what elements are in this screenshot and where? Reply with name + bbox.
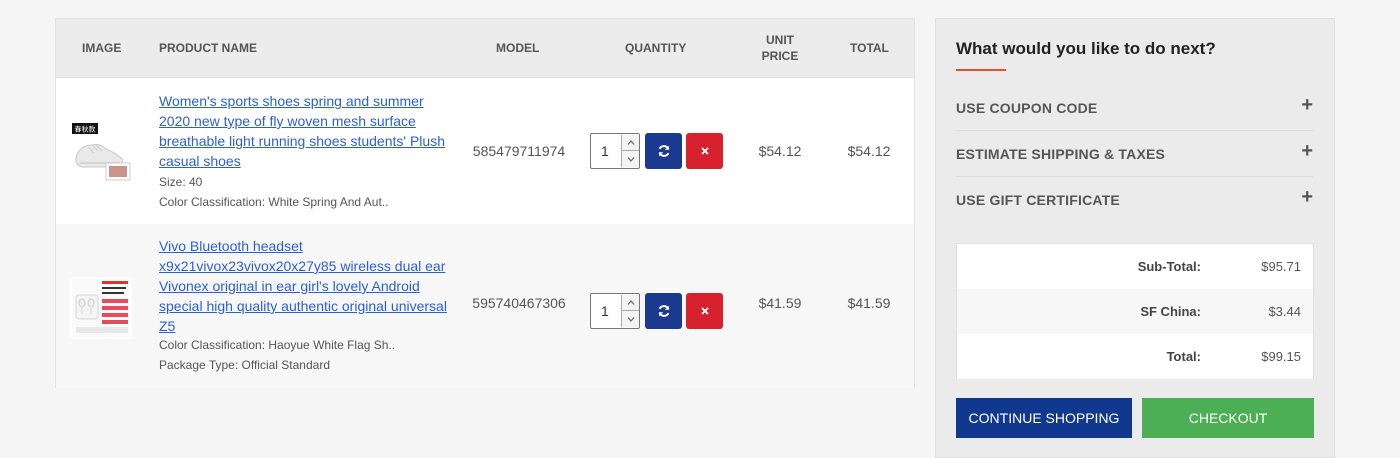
product-model: 585479711974 — [472, 143, 566, 159]
product-option-size: Size: 40 — [159, 175, 203, 189]
table-row: Vivo Bluetooth headset x9x21vivox23vivox… — [56, 224, 914, 388]
line-total: $41.59 — [847, 295, 891, 311]
accordion-coupon-code[interactable]: USE COUPON CODE + — [956, 85, 1313, 131]
product-option-color: Color Classification: White Spring And A… — [159, 195, 389, 209]
product-name-link[interactable]: Vivo Bluetooth headset x9x21vivox23vivox… — [159, 236, 454, 336]
header-unit-price: UNIT PRICE — [761, 33, 799, 63]
product-image-shoes[interactable]: 春秋款 — [70, 123, 132, 185]
title-underline — [956, 69, 1006, 71]
header-product-name: PRODUCT NAME — [159, 41, 257, 55]
close-icon — [700, 307, 709, 315]
quantity-input[interactable]: 1 — [601, 303, 609, 319]
order-totals: Sub-Total: $95.71 SF China: $3.44 Total:… — [956, 243, 1314, 379]
refresh-icon — [658, 305, 669, 317]
chevron-down-icon[interactable] — [621, 311, 639, 327]
product-image-earbuds[interactable] — [70, 277, 132, 339]
totals-label: Sub-Total: — [1137, 259, 1201, 274]
chevron-down-icon[interactable] — [621, 151, 639, 167]
update-quantity-button[interactable] — [645, 293, 682, 329]
header-model: MODEL — [496, 41, 540, 55]
accordion-label: USE GIFT CERTIFICATE — [956, 192, 1120, 208]
line-total: $54.12 — [847, 143, 891, 159]
image-badge: 春秋款 — [75, 125, 96, 134]
quantity-stepper[interactable]: 1 — [590, 293, 640, 329]
continue-shopping-button[interactable]: CONTINUE SHOPPING — [956, 398, 1132, 438]
unit-price: $41.59 — [758, 295, 802, 311]
totals-row-total: Total: $99.15 — [957, 334, 1313, 379]
totals-value: $95.71 — [1261, 259, 1301, 274]
totals-row-shipping: SF China: $3.44 — [957, 289, 1313, 334]
unit-price: $54.12 — [758, 143, 802, 159]
totals-value: $3.44 — [1268, 304, 1301, 319]
table-row: 春秋款 Women's sports shoes spring and summ… — [56, 79, 914, 224]
quantity-input[interactable]: 1 — [601, 143, 609, 159]
totals-value: $99.15 — [1261, 349, 1301, 364]
accordion-estimate-shipping[interactable]: ESTIMATE SHIPPING & TAXES + — [956, 131, 1313, 177]
totals-row-subtotal: Sub-Total: $95.71 — [957, 244, 1313, 289]
chevron-up-icon[interactable] — [621, 295, 639, 311]
quantity-stepper[interactable]: 1 — [590, 133, 640, 169]
plus-icon[interactable]: + — [1301, 95, 1313, 115]
checkout-button[interactable]: CHECKOUT — [1142, 398, 1314, 438]
product-model: 595740467306 — [472, 295, 566, 311]
totals-label: Total: — [1166, 349, 1201, 364]
header-image: IMAGE — [82, 41, 122, 55]
accordion-label: ESTIMATE SHIPPING & TAXES — [956, 146, 1166, 162]
chevron-up-icon[interactable] — [621, 135, 639, 151]
sidebar-title: What would you like to do next? — [956, 39, 1216, 58]
remove-item-button[interactable] — [686, 293, 723, 329]
plus-icon[interactable]: + — [1301, 141, 1313, 161]
table-header: IMAGE PRODUCT NAME MODEL QUANTITY UNIT P… — [56, 19, 914, 78]
header-total: TOTAL — [850, 41, 889, 55]
totals-label: SF China: — [1140, 304, 1201, 319]
product-option-color: Color Classification: Haoyue White Flag … — [159, 338, 396, 352]
cart-table: IMAGE PRODUCT NAME MODEL QUANTITY UNIT P… — [55, 18, 915, 388]
header-quantity: QUANTITY — [625, 41, 687, 55]
close-icon — [700, 147, 709, 155]
accordion-gift-certificate[interactable]: USE GIFT CERTIFICATE + — [956, 177, 1313, 223]
plus-icon[interactable]: + — [1301, 187, 1313, 207]
accordion-label: USE COUPON CODE — [956, 100, 1098, 116]
product-name-link[interactable]: Women's sports shoes spring and summer 2… — [159, 91, 454, 171]
update-quantity-button[interactable] — [645, 133, 682, 169]
remove-item-button[interactable] — [686, 133, 723, 169]
refresh-icon — [658, 145, 669, 157]
cart-sidebar: What would you like to do next? USE COUP… — [935, 18, 1335, 458]
product-option-package: Package Type: Official Standard — [159, 358, 330, 372]
